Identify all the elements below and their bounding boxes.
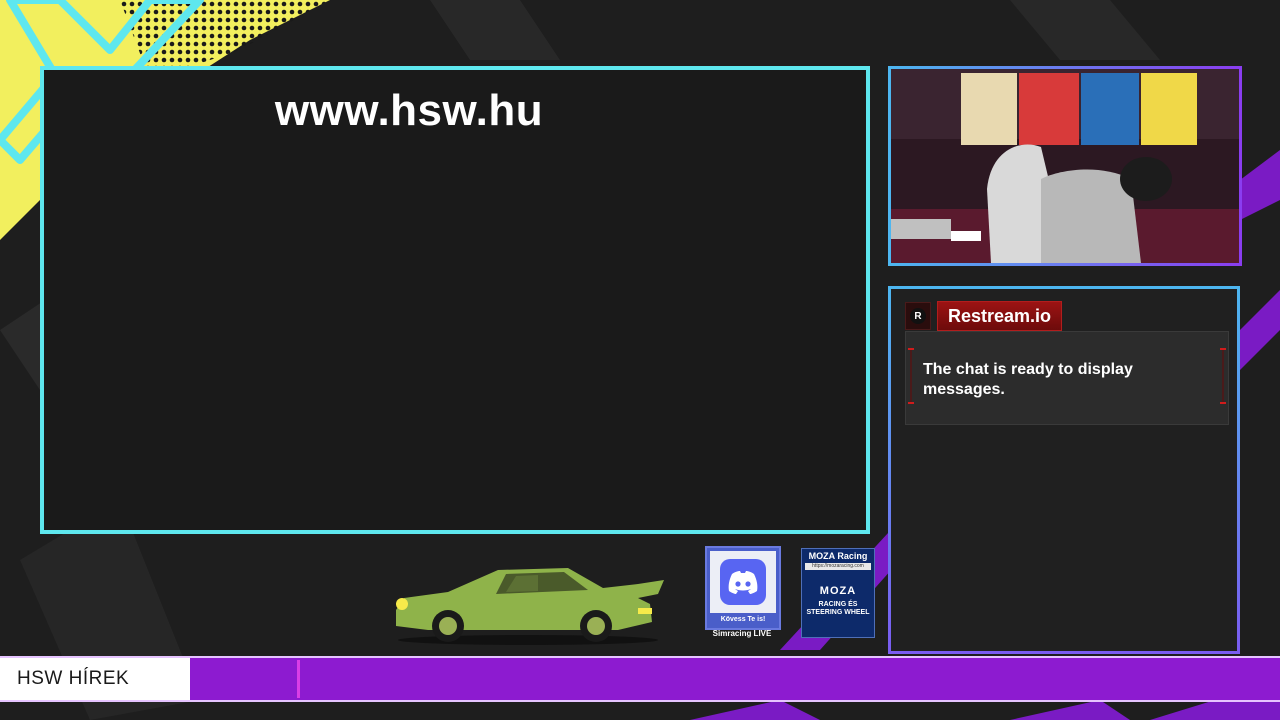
website-url[interactable]: www.hsw.hu [0, 86, 820, 136]
chat-header: R Restream.io [905, 301, 1063, 331]
chat-message: The chat is ready to display messages. [905, 331, 1229, 425]
news-ticker: HSW HÍREK [0, 656, 1280, 702]
message-bracket-right [1220, 348, 1226, 404]
chat-platform-name: Restream.io [937, 301, 1063, 331]
sports-car-image [396, 568, 664, 645]
moza-brand: MOZA [819, 585, 857, 597]
moza-tagline: RACING ÉS STEERING WHEEL [802, 601, 874, 617]
message-bracket-left [908, 348, 914, 404]
restream-badge-letter: R [910, 308, 926, 324]
webcam-frame [888, 66, 1242, 266]
moza-racing-card[interactable]: MOZA Racing https://mozaracing.com MOZA … [801, 548, 875, 638]
moza-url[interactable]: https://mozaracing.com [805, 563, 871, 570]
restream-logo-icon: R [905, 302, 931, 330]
main-video-frame: www.hsw.hu [40, 66, 870, 534]
discord-subtitle: Simracing LIVE [712, 629, 772, 638]
webcam-image [891, 69, 1239, 263]
moza-tagline-line2: STEERING WHEEL [806, 609, 870, 616]
moza-tagline-line1: RACING ÉS [818, 601, 858, 608]
ticker-divider [297, 660, 300, 698]
discord-logo-area [710, 551, 776, 613]
chat-panel: R Restream.io The chat is ready to displ… [888, 286, 1240, 654]
chat-message-text: The chat is ready to display messages. [923, 361, 1133, 398]
ticker-label: HSW HÍREK [0, 658, 190, 700]
discord-caption: Kövess Te is! [720, 616, 766, 623]
moza-title: MOZA Racing [808, 551, 868, 561]
discord-card[interactable]: Kövess Te is! [705, 546, 781, 630]
discord-icon [720, 559, 766, 605]
